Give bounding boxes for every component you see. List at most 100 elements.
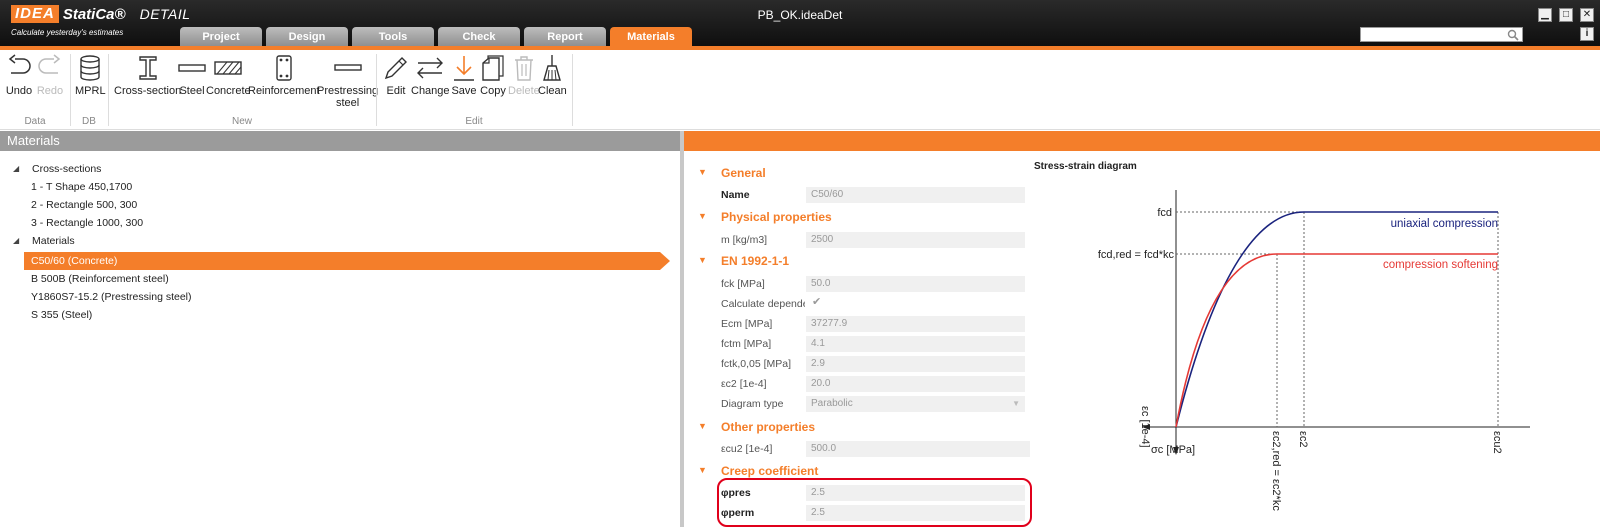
- delete-button[interactable]: Delete: [508, 54, 540, 97]
- tab-report[interactable]: Report: [524, 27, 606, 46]
- concrete-label: Concrete: [206, 85, 251, 97]
- fck-field[interactable]: 50.0: [806, 276, 1025, 292]
- name-label: Name: [721, 189, 750, 201]
- app-slogan: Calculate yesterday's estimates: [11, 28, 124, 37]
- tree-item-c50-60-selected[interactable]: C50/60 (Concrete): [24, 252, 670, 270]
- ribbon: Undo Redo Data MPRL DB Cross-section Ste…: [0, 50, 1600, 130]
- diagram-title: Stress-strain diagram: [1034, 161, 1137, 172]
- fcd-label: fcd: [1157, 207, 1172, 219]
- data-group-label: Data: [24, 116, 46, 127]
- diagram-type-select[interactable]: Parabolic ▼: [806, 396, 1025, 412]
- m-field[interactable]: 2500: [806, 232, 1025, 248]
- collapse-arrow-icon[interactable]: ◢: [13, 232, 19, 250]
- tree-item-label: C50/60 (Concrete): [31, 255, 118, 267]
- concrete-button[interactable]: Concrete: [206, 54, 251, 97]
- redo-button[interactable]: Redo: [36, 54, 64, 97]
- mprl-button[interactable]: MPRL: [75, 54, 106, 97]
- tab-project[interactable]: Project: [180, 27, 262, 46]
- reinforcement-label: Reinforcement: [248, 85, 320, 97]
- section-general: General: [721, 166, 766, 180]
- fctk-label: fctk,0,05 [MPa]: [721, 358, 792, 370]
- collapse-arrow-icon[interactable]: ▼: [698, 421, 707, 431]
- db-group-label: DB: [82, 116, 96, 127]
- tree-item-cs2[interactable]: 2 - Rectangle 500, 300: [0, 196, 672, 214]
- maximize-icon: □: [1562, 9, 1570, 20]
- compression-softening-label: compression softening: [1383, 259, 1498, 271]
- edit-label: Edit: [386, 85, 406, 97]
- ecu2-field[interactable]: 500.0: [806, 441, 1030, 457]
- tree-item-s355[interactable]: S 355 (Steel): [0, 306, 672, 324]
- tree-item-cs1[interactable]: 1 - T Shape 450,1700: [0, 178, 672, 196]
- clean-label: Clean: [538, 85, 567, 97]
- cross-section-button[interactable]: Cross-section: [114, 54, 181, 97]
- materials-panel-header: Materials: [0, 131, 680, 151]
- tab-check[interactable]: Check: [438, 27, 520, 46]
- delete-label: Delete: [508, 85, 540, 97]
- section-physical-properties: Physical properties: [721, 210, 832, 224]
- stress-strain-diagram: fcd fcd,red = fcd*kc uniaxial compressio…: [1098, 190, 1530, 511]
- collapse-arrow-icon[interactable]: ▼: [698, 167, 707, 177]
- prestressing-steel-button[interactable]: Prestressing steel: [317, 54, 378, 109]
- collapse-arrow-icon[interactable]: ◢: [13, 160, 19, 178]
- ecm-field[interactable]: 37277.9: [806, 316, 1025, 332]
- concrete-icon: [214, 61, 243, 75]
- search-input[interactable]: [1360, 27, 1523, 42]
- collapse-arrow-icon[interactable]: ▼: [698, 211, 707, 221]
- search-icon[interactable]: [1507, 29, 1519, 44]
- tree-item-label: S 355 (Steel): [31, 309, 93, 321]
- maximize-button[interactable]: □: [1559, 8, 1573, 22]
- edit-button[interactable]: Edit: [382, 54, 410, 97]
- close-button[interactable]: ✕: [1580, 8, 1594, 22]
- tab-materials[interactable]: Materials: [610, 27, 692, 46]
- calc-dependent-checkbox[interactable]: ✔: [812, 295, 821, 308]
- undo-button[interactable]: Undo: [5, 54, 33, 97]
- minimize-button[interactable]: ▁: [1538, 8, 1552, 22]
- diagram-type-label: Diagram type: [721, 398, 784, 410]
- minimize-icon: ▁: [1541, 9, 1549, 20]
- fctk-field[interactable]: 2.9: [806, 356, 1025, 372]
- steel-button[interactable]: Steel: [177, 54, 207, 97]
- reinforcement-button[interactable]: Reinforcement: [248, 54, 320, 97]
- save-label: Save: [451, 85, 477, 97]
- fcd-red-label: fcd,red = fcd*kc: [1098, 249, 1175, 261]
- selection-highlight: [24, 252, 670, 270]
- tab-design[interactable]: Design: [266, 27, 348, 46]
- fck-label: fck [MPa]: [721, 278, 765, 290]
- calc-dependent-label: Calculate dependent values: [721, 298, 805, 310]
- clean-button[interactable]: Clean: [538, 54, 567, 97]
- panel-splitter[interactable]: [680, 131, 684, 527]
- i-beam-icon: [138, 56, 157, 80]
- tree-item-cs3[interactable]: 3 - Rectangle 1000, 300: [0, 214, 672, 232]
- name-field[interactable]: C50/60: [806, 187, 1025, 203]
- main-tabs: Project Design Tools Check Report Materi…: [180, 27, 692, 46]
- ec2-red-tick-label: εc2,red = εc2*kc: [1270, 431, 1282, 511]
- tree-group-cross-sections[interactable]: ◢ Cross-sections: [0, 160, 672, 178]
- info-button[interactable]: i: [1580, 27, 1594, 41]
- change-button[interactable]: Change: [411, 54, 450, 97]
- pencil-icon: [384, 57, 407, 80]
- tree-group-materials[interactable]: ◢ Materials: [0, 232, 672, 250]
- trash-icon: [514, 56, 533, 81]
- tree-item-y1860[interactable]: Y1860S7-15.2 (Prestressing steel): [0, 288, 672, 306]
- swap-arrows-icon: [417, 57, 444, 79]
- tab-tools[interactable]: Tools: [352, 27, 434, 46]
- tree-item-b500b[interactable]: B 500B (Reinforcement steel): [0, 270, 672, 288]
- uniaxial-compression-label: uniaxial compression: [1391, 218, 1498, 230]
- fctm-label: fctm [MPa]: [721, 338, 772, 350]
- close-icon: ✕: [1582, 9, 1592, 20]
- copy-button[interactable]: Copy: [479, 54, 507, 97]
- redo-label: Redo: [36, 85, 64, 97]
- database-icon: [80, 55, 100, 81]
- diagram-type-value: Parabolic: [811, 398, 853, 409]
- tree-item-label: 3 - Rectangle 1000, 300: [31, 217, 144, 229]
- save-button[interactable]: Save: [451, 54, 477, 97]
- tendon-icon: [333, 64, 362, 71]
- fctm-field[interactable]: 4.1: [806, 336, 1025, 352]
- ec2-field[interactable]: 20.0: [806, 376, 1025, 392]
- collapse-arrow-icon[interactable]: ▼: [698, 255, 707, 265]
- steel-plate-icon: [178, 64, 206, 72]
- collapse-arrow-icon[interactable]: ▼: [698, 465, 707, 475]
- x-axis-label: εc [1e-4]: [1139, 406, 1151, 448]
- ecu2-tick-label: εcu2: [1491, 431, 1503, 454]
- copy-icon: [482, 55, 504, 81]
